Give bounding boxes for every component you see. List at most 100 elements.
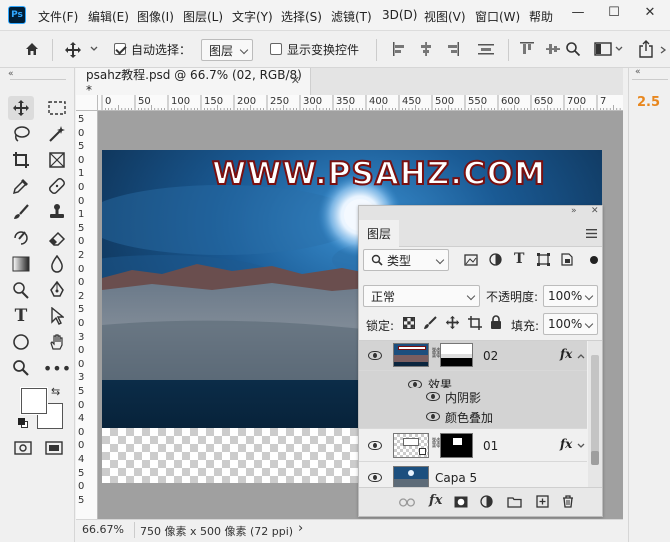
status-menu-arrow[interactable]: ›: [298, 521, 303, 536]
align-center-icon[interactable]: [419, 42, 433, 56]
layer-row[interactable]: ⛓ 01 fx: [359, 429, 587, 462]
visibility-eye-icon[interactable]: [368, 473, 382, 482]
menu-file[interactable]: 文件(F): [38, 8, 78, 25]
chevron-right-icon[interactable]: [659, 46, 667, 54]
layer-row[interactable]: Capa 5: [359, 462, 587, 487]
swap-colors-icon[interactable]: ⇆: [51, 385, 60, 398]
eraser-tool-button[interactable]: [44, 226, 70, 250]
chevron-down-icon[interactable]: [615, 46, 623, 52]
blend-mode-dropdown[interactable]: 正常: [363, 285, 480, 307]
show-transform-checkbox[interactable]: [270, 43, 282, 55]
chevron-down-icon[interactable]: [90, 46, 98, 52]
zoom-tool-button[interactable]: [8, 356, 34, 380]
menu-layer[interactable]: 图层(L): [183, 8, 223, 25]
layer-thumbnail[interactable]: [393, 433, 429, 458]
menu-view[interactable]: 视图(V): [424, 8, 466, 25]
visibility-eye-icon[interactable]: [368, 351, 382, 360]
move-tool-icon[interactable]: [64, 41, 82, 59]
collapse-icon[interactable]: «: [635, 67, 641, 77]
chevron-down-icon[interactable]: [577, 443, 585, 449]
layer-scrollbar[interactable]: [588, 341, 602, 487]
close-button[interactable]: ✕: [632, 0, 668, 24]
hand-tool-button[interactable]: [44, 330, 70, 354]
foreground-color-swatch[interactable]: [21, 388, 47, 414]
magic-wand-tool-button[interactable]: [44, 122, 70, 146]
delete-layer-icon[interactable]: [562, 495, 574, 508]
collapse-panel-icon[interactable]: »: [571, 206, 577, 216]
path-selection-tool-button[interactable]: [44, 304, 70, 328]
layer-fx-icon[interactable]: fx: [560, 437, 572, 451]
lasso-tool-button[interactable]: [8, 122, 34, 146]
search-icon[interactable]: [565, 41, 581, 57]
quick-mask-icon[interactable]: [14, 441, 32, 455]
visibility-eye-icon[interactable]: [368, 441, 382, 450]
lock-position-icon[interactable]: [445, 315, 460, 330]
blur-tool-button[interactable]: [44, 252, 70, 276]
layer-name[interactable]: 01: [483, 439, 498, 453]
history-brush-tool-button[interactable]: [8, 226, 34, 250]
opacity-input[interactable]: 100%: [543, 285, 598, 307]
effect-row[interactable]: 内阴影: [359, 388, 587, 405]
document-tab[interactable]: psahz教程.psd @ 66.7% (02, RGB/8) * ✕: [76, 68, 311, 97]
filter-shape-icon[interactable]: [537, 253, 550, 266]
add-layer-style-icon[interactable]: fx: [429, 493, 442, 508]
properties-value[interactable]: 2.5: [637, 95, 660, 110]
filter-adjustment-icon[interactable]: [489, 253, 502, 266]
menu-filter[interactable]: 滤镜(T): [331, 8, 372, 25]
layer-mask-thumbnail[interactable]: [440, 433, 473, 458]
menu-3d[interactable]: 3D(D): [382, 8, 417, 22]
menu-image[interactable]: 图像(I): [137, 8, 174, 25]
layer-thumbnail[interactable]: [393, 466, 429, 487]
distribute-icon[interactable]: [478, 42, 494, 56]
crop-tool-button[interactable]: [8, 148, 34, 172]
filter-pixel-icon[interactable]: [464, 254, 478, 266]
lock-all-icon[interactable]: [490, 315, 502, 329]
lock-artboard-icon[interactable]: [468, 316, 482, 330]
lock-pixels-icon[interactable]: [423, 316, 437, 330]
menu-help[interactable]: 帮助: [529, 8, 553, 25]
eyedropper-tool-button[interactable]: [8, 174, 34, 198]
dodge-tool-button[interactable]: [8, 278, 34, 302]
shape-tool-button[interactable]: [8, 330, 34, 354]
align-right-icon[interactable]: [446, 42, 460, 56]
new-group-icon[interactable]: [507, 496, 522, 508]
tab-layers[interactable]: 图层: [359, 220, 399, 247]
add-mask-icon[interactable]: [454, 496, 468, 508]
effect-row[interactable]: 颜色叠加: [359, 405, 587, 429]
filter-kind-dropdown[interactable]: 类型: [363, 249, 449, 271]
pen-tool-button[interactable]: [44, 278, 70, 302]
healing-brush-tool-button[interactable]: [44, 174, 70, 198]
clone-stamp-tool-button[interactable]: [44, 200, 70, 224]
move-tool-button[interactable]: [8, 96, 34, 120]
filter-type-icon[interactable]: T: [514, 251, 524, 267]
auto-select-target-dropdown[interactable]: 图层: [201, 39, 253, 61]
new-layer-icon[interactable]: [536, 495, 549, 508]
type-tool-button[interactable]: T: [8, 304, 34, 328]
close-panel-icon[interactable]: ✕: [591, 206, 599, 216]
layer-name[interactable]: Capa 5: [435, 471, 477, 485]
minimize-button[interactable]: —: [560, 0, 596, 24]
frame-tool-button[interactable]: [44, 148, 70, 172]
menu-edit[interactable]: 编辑(E): [88, 8, 129, 25]
horizontal-ruler[interactable]: 0 50 100 150 200 250 300 350 400 450 500…: [98, 95, 623, 111]
align-left-icon[interactable]: [392, 42, 406, 56]
layer-mask-thumbnail[interactable]: [440, 343, 473, 367]
collapse-icon[interactable]: «: [8, 69, 14, 79]
chevron-up-icon[interactable]: [577, 353, 585, 359]
auto-select-checkbox[interactable]: [114, 43, 126, 55]
filter-toggle[interactable]: [590, 256, 598, 264]
zoom-level[interactable]: 66.67%: [82, 523, 124, 536]
new-adjustment-layer-icon[interactable]: [480, 495, 493, 508]
filter-smart-object-icon[interactable]: [561, 253, 573, 266]
fill-input[interactable]: 100%: [543, 313, 598, 335]
layer-name[interactable]: 02: [483, 349, 498, 363]
visibility-eye-icon[interactable]: [426, 392, 440, 401]
lock-transparent-icon[interactable]: [403, 317, 415, 329]
brush-tool-button[interactable]: [8, 200, 34, 224]
default-colors-icon[interactable]: [18, 418, 28, 428]
more-tools-button[interactable]: •••: [43, 356, 71, 380]
home-icon[interactable]: [24, 41, 40, 57]
visibility-eye-icon[interactable]: [426, 412, 440, 421]
panel-menu-icon[interactable]: [586, 229, 597, 238]
gradient-tool-button[interactable]: [8, 252, 34, 276]
